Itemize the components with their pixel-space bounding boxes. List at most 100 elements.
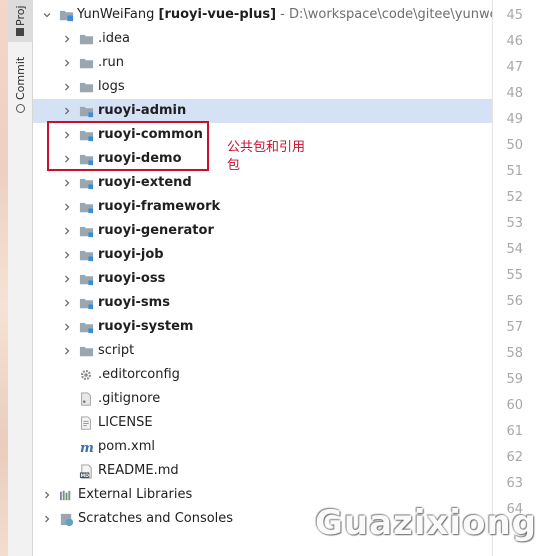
line-number: 46: [506, 34, 523, 49]
tree-item-label: ruoyi-system: [98, 319, 194, 334]
root-label: YunWeiFang [ruoyi-vue-plus] - D:\workspa…: [77, 3, 492, 27]
line-number: 59: [506, 372, 523, 387]
tree-item[interactable]: MD README.md: [33, 459, 492, 483]
line-number: 54: [506, 242, 523, 257]
root-name: YunWeiFang: [77, 7, 155, 22]
chevron-right-icon[interactable]: [62, 219, 72, 243]
tree-item[interactable]: .run: [33, 51, 492, 75]
tree-item[interactable]: ruoyi-sms: [33, 291, 492, 315]
tree-item-label: ruoyi-admin: [98, 103, 187, 118]
svg-text:MD: MD: [80, 473, 89, 479]
gear-icon: [78, 363, 94, 387]
chevron-right-icon[interactable]: [62, 315, 72, 339]
module-folder-icon: [78, 219, 94, 243]
chevron-right-icon[interactable]: [62, 75, 72, 99]
chevron-right-icon[interactable]: [62, 195, 72, 219]
line-number: 48: [506, 86, 523, 101]
project-icon: [16, 28, 25, 37]
chevron-right-icon[interactable]: [62, 291, 72, 315]
line-number: 49: [506, 112, 523, 127]
project-tool-tab-label: Proj: [14, 5, 27, 27]
tree-item[interactable]: logs: [33, 75, 492, 99]
library-icon: [58, 483, 74, 507]
folder-icon: [78, 51, 94, 75]
tree-item-label: logs: [98, 79, 125, 94]
line-number: 63: [506, 476, 523, 491]
tree-item[interactable]: .idea: [33, 27, 492, 51]
module-folder-icon: [78, 171, 94, 195]
line-number: 50: [506, 138, 523, 153]
tree-item-label: .run: [98, 55, 124, 70]
line-number: 51: [506, 164, 523, 179]
tree-item[interactable]: script: [33, 339, 492, 363]
tree-root-row[interactable]: YunWeiFang [ruoyi-vue-plus] - D:\workspa…: [33, 3, 492, 27]
line-number: 56: [506, 294, 523, 309]
module-folder-icon: [58, 3, 74, 27]
markdown-icon: MD: [78, 459, 94, 483]
tree-item-label: script: [98, 343, 135, 358]
scratches-label: Scratches and Consoles: [78, 511, 234, 526]
chevron-right-icon[interactable]: [62, 267, 72, 291]
tree-item-label: .editorconfig: [98, 367, 180, 382]
chevron-right-icon[interactable]: [62, 51, 72, 75]
tree-item[interactable]: m pom.xml: [33, 435, 492, 459]
tree-item-label: ruoyi-job: [98, 247, 164, 262]
line-number-gutter: 45 46 47 48 49 50 51 52 53 54 55 56 57 58 59 60 61 62 63 64: [492, 0, 541, 556]
line-number: 47: [506, 60, 523, 75]
tree-item-label: ruoyi-framework: [98, 199, 221, 214]
tree-item[interactable]: ruoyi-oss: [33, 267, 492, 291]
tree-item-label: .idea: [98, 31, 130, 46]
tree-item[interactable]: ruoyi-job: [33, 243, 492, 267]
tree-item[interactable]: ruoyi-framework: [33, 195, 492, 219]
module-folder-icon: [78, 291, 94, 315]
commit-tool-tab-label: Commit: [14, 56, 27, 101]
commit-icon: [16, 104, 25, 114]
folder-icon: [78, 339, 94, 363]
chevron-right-icon[interactable]: [42, 507, 52, 531]
tree-item[interactable]: LICENSE: [33, 411, 492, 435]
line-number: 61: [506, 424, 523, 439]
root-path: - D:\workspace\code\gitee\yunweifang\: [280, 7, 492, 22]
line-number: 58: [506, 346, 523, 361]
svg-text:m: m: [79, 441, 93, 455]
line-number: 60: [506, 398, 523, 413]
module-folder-icon: [78, 99, 94, 123]
line-number: 52: [506, 190, 523, 205]
background-edge: [0, 0, 8, 556]
chevron-right-icon[interactable]: [62, 171, 72, 195]
tree-item[interactable]: ruoyi-generator: [33, 219, 492, 243]
tree-item-label: pom.xml: [98, 439, 155, 454]
folder-icon: [78, 27, 94, 51]
module-folder-icon: [78, 267, 94, 291]
line-number: 53: [506, 216, 523, 231]
tree-item[interactable]: ruoyi-admin: [33, 99, 492, 123]
tree-item[interactable]: .editorconfig: [33, 363, 492, 387]
root-module: [ruoyi-vue-plus]: [158, 7, 277, 22]
project-tree: YunWeiFang [ruoyi-vue-plus] - D:\workspa…: [33, 0, 492, 556]
folder-icon: [78, 75, 94, 99]
watermark: Guazixiong: [315, 503, 537, 543]
project-tool-tab[interactable]: Proj: [8, 0, 33, 42]
module-folder-icon: [78, 195, 94, 219]
module-folder-icon: [78, 315, 94, 339]
commit-tool-tab[interactable]: Commit: [8, 56, 33, 114]
tree-item-label: README.md: [98, 463, 179, 478]
text-file-icon: [78, 411, 94, 435]
chevron-right-icon[interactable]: [62, 27, 72, 51]
scratches-icon: [58, 507, 74, 531]
line-number: 57: [506, 320, 523, 335]
line-number: 55: [506, 268, 523, 283]
annotation-box: [47, 121, 209, 171]
tree-item[interactable]: ruoyi-system: [33, 315, 492, 339]
tree-item[interactable]: .gitignore: [33, 387, 492, 411]
chevron-right-icon[interactable]: [62, 99, 72, 123]
tree-item-label: ruoyi-extend: [98, 175, 192, 190]
tree-item-label: .gitignore: [98, 391, 161, 406]
tree-item-label: ruoyi-generator: [98, 223, 214, 238]
chevron-right-icon[interactable]: [42, 483, 52, 507]
chevron-right-icon[interactable]: [62, 243, 72, 267]
tree-item-label: ruoyi-sms: [98, 295, 170, 310]
chevron-right-icon[interactable]: [62, 339, 72, 363]
chevron-down-icon[interactable]: [42, 3, 52, 27]
module-folder-icon: [78, 243, 94, 267]
